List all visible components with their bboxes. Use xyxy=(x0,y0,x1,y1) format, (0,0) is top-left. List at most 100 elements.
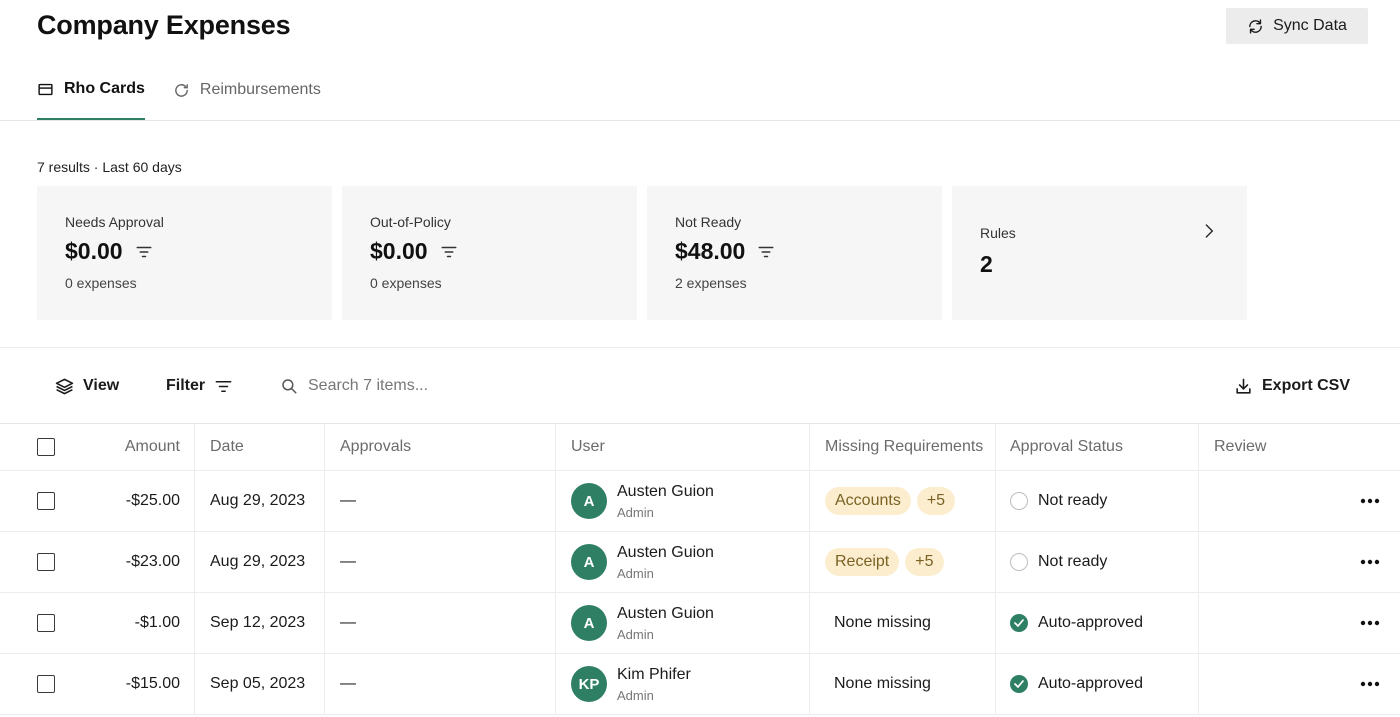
out-of-policy-card[interactable]: Out-of-Policy $0.00 0 expenses xyxy=(342,186,637,320)
user-cell: A Austen Guion Admin xyxy=(571,471,714,531)
summary-cards: Needs Approval $0.00 0 expenses Out-of-P… xyxy=(37,186,1247,320)
chevron-right-icon xyxy=(1205,224,1214,238)
user-name: Austen Guion xyxy=(617,604,714,622)
status-text: Not ready xyxy=(1038,553,1108,570)
filter-button[interactable]: Filter xyxy=(166,366,233,406)
card-value: $48.00 xyxy=(675,238,746,264)
row-checkbox[interactable] xyxy=(37,614,55,632)
column-header-missing-requirements[interactable]: Missing Requirements xyxy=(825,424,983,470)
approvals-cell: — xyxy=(340,492,356,509)
table-header: Amount Date Approvals User Missing Requi… xyxy=(0,424,1400,471)
export-csv-label: Export CSV xyxy=(1262,377,1351,394)
card-subtext: 0 expenses xyxy=(65,275,137,291)
row-checkbox[interactable] xyxy=(37,492,55,510)
amount-cell: -$15.00 xyxy=(125,675,180,692)
user-cell: A Austen Guion Admin xyxy=(571,593,714,653)
more-options-button[interactable] xyxy=(1360,532,1380,592)
requirement-pill[interactable]: +5 xyxy=(916,487,956,515)
requirement-pill[interactable]: +5 xyxy=(905,548,944,576)
missing-requirements-cell: None missing xyxy=(825,593,931,653)
avatar: A xyxy=(571,605,607,641)
empty-circle-icon xyxy=(1010,492,1028,510)
tab-reimbursements[interactable]: Reimbursements xyxy=(173,76,321,120)
filter-icon xyxy=(215,380,232,392)
tab-label: Rho Cards xyxy=(64,80,145,97)
search-box xyxy=(280,366,608,406)
amount-cell: -$23.00 xyxy=(125,553,180,570)
table-toolbar: View Filter Export CSV xyxy=(0,366,1400,406)
column-header-approval-status[interactable]: Approval Status xyxy=(1010,424,1123,470)
table-row[interactable]: -$1.00 Sep 12, 2023 — A Austen Guion Adm… xyxy=(0,593,1400,654)
table-row[interactable]: -$23.00 Aug 29, 2023 — A Austen Guion Ad… xyxy=(0,532,1400,593)
filter-icon[interactable] xyxy=(757,243,775,261)
more-options-button[interactable] xyxy=(1360,471,1380,531)
download-icon xyxy=(1236,378,1251,394)
user-role: Admin xyxy=(617,687,654,703)
check-circle-icon xyxy=(1010,675,1028,693)
missing-requirements-text: None missing xyxy=(834,675,931,692)
empty-circle-icon xyxy=(1010,553,1028,571)
view-button[interactable]: View xyxy=(55,366,119,406)
layers-icon xyxy=(55,378,74,394)
card-value: $0.00 xyxy=(370,238,428,264)
date-cell: Aug 29, 2023 xyxy=(210,553,306,570)
avatar: KP xyxy=(571,666,607,702)
user-role: Admin xyxy=(617,504,654,520)
section-divider xyxy=(0,347,1400,348)
card-value: 2 xyxy=(980,251,993,277)
card-label: Out-of-Policy xyxy=(370,214,451,230)
column-header-review[interactable]: Review xyxy=(1214,424,1266,470)
card-value: $0.00 xyxy=(65,238,123,264)
date-cell: Aug 29, 2023 xyxy=(210,492,306,509)
tab-bar: Rho Cards Reimbursements xyxy=(37,76,321,120)
card-subtext: 2 expenses xyxy=(675,275,747,291)
tab-rho-cards[interactable]: Rho Cards xyxy=(37,76,145,120)
user-name: Austen Guion xyxy=(617,543,714,561)
sync-data-button[interactable]: Sync Data xyxy=(1226,8,1368,44)
approvals-cell: — xyxy=(340,675,356,692)
table-row[interactable]: -$25.00 Aug 29, 2023 — A Austen Guion Ad… xyxy=(0,471,1400,532)
search-icon xyxy=(282,379,297,394)
approval-status-cell: Not ready xyxy=(1010,532,1107,592)
search-input[interactable] xyxy=(308,377,608,395)
more-options-button[interactable] xyxy=(1360,593,1380,653)
amount-cell: -$25.00 xyxy=(125,492,180,509)
date-cell: Sep 05, 2023 xyxy=(210,675,306,692)
not-ready-card[interactable]: Not Ready $48.00 2 expenses xyxy=(647,186,942,320)
more-options-button[interactable] xyxy=(1360,654,1380,714)
status-text: Not ready xyxy=(1038,492,1108,509)
requirement-pill[interactable]: Accounts xyxy=(825,487,911,515)
select-all-checkbox[interactable] xyxy=(37,438,55,456)
row-checkbox[interactable] xyxy=(37,675,55,693)
status-text: Auto-approved xyxy=(1038,614,1143,631)
user-cell: KP Kim Phifer Admin xyxy=(571,654,691,714)
table-row[interactable]: -$15.00 Sep 05, 2023 — KP Kim Phifer Adm… xyxy=(0,654,1400,715)
date-cell: Sep 12, 2023 xyxy=(210,614,306,631)
check-circle-icon xyxy=(1010,614,1028,632)
column-header-approvals[interactable]: Approvals xyxy=(340,424,411,470)
user-role: Admin xyxy=(617,565,654,581)
column-header-user[interactable]: User xyxy=(571,424,605,470)
approval-status-cell: Auto-approved xyxy=(1010,654,1143,714)
tabs-divider xyxy=(0,120,1400,121)
more-horizontal-icon xyxy=(1360,681,1380,687)
column-header-date[interactable]: Date xyxy=(210,424,244,470)
requirement-pill[interactable]: Receipt xyxy=(825,548,900,576)
missing-requirements-cell: Accounts +5 xyxy=(825,471,956,531)
approvals-cell: — xyxy=(340,553,356,570)
filter-icon[interactable] xyxy=(135,243,153,261)
page-title: Company Expenses xyxy=(37,10,291,40)
card-label: Needs Approval xyxy=(65,214,164,230)
filter-icon[interactable] xyxy=(440,243,458,261)
rules-card[interactable]: Rules 2 xyxy=(952,186,1247,320)
row-checkbox[interactable] xyxy=(37,553,55,571)
user-cell: A Austen Guion Admin xyxy=(571,532,714,592)
card-label: Not Ready xyxy=(675,214,742,230)
sync-icon xyxy=(1249,18,1262,34)
more-horizontal-icon xyxy=(1360,498,1380,504)
needs-approval-card[interactable]: Needs Approval $0.00 0 expenses xyxy=(37,186,332,320)
column-header-amount[interactable]: Amount xyxy=(90,424,180,470)
export-csv-button[interactable]: Export CSV xyxy=(1234,366,1350,406)
filter-label: Filter xyxy=(166,377,206,394)
approval-status-cell: Auto-approved xyxy=(1010,593,1143,653)
